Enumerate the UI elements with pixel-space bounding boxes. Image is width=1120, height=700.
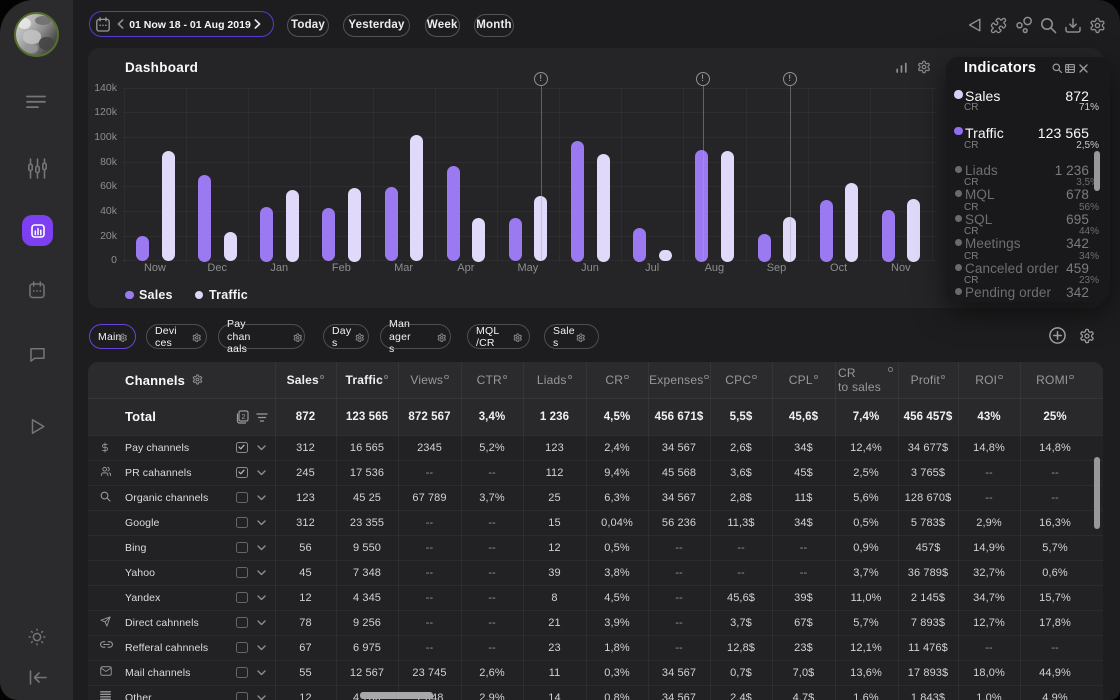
svg-text:2: 2 — [241, 412, 245, 421]
